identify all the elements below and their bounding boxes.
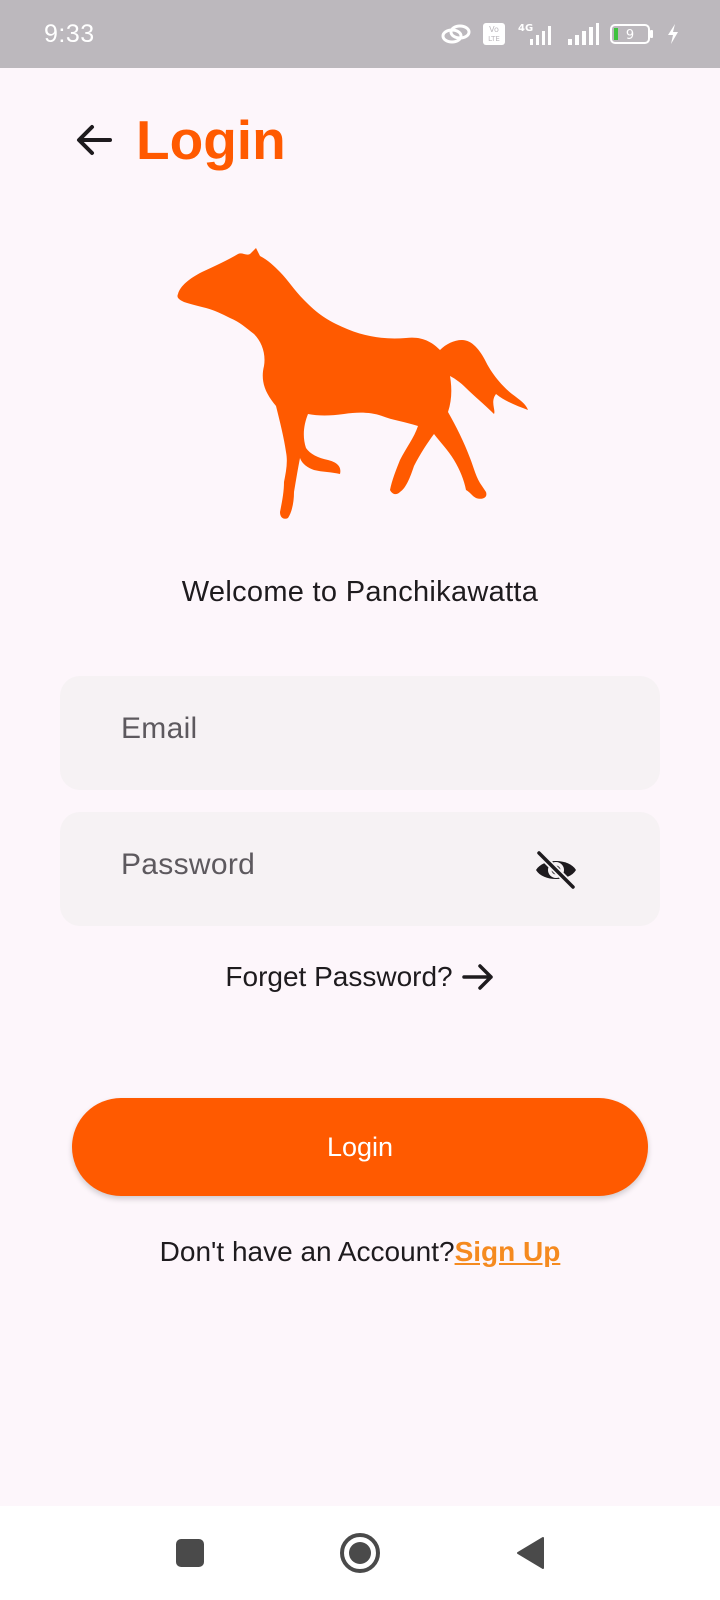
email-field-container	[60, 676, 660, 790]
navigation-bar	[0, 1506, 720, 1600]
svg-text:LTE: LTE	[488, 35, 500, 43]
signup-row: Don't have an Account?Sign Up	[0, 1236, 720, 1268]
volte-icon: Vo LTE	[483, 23, 505, 45]
battery-level: 9	[626, 28, 634, 43]
signup-link[interactable]: Sign Up	[455, 1236, 561, 1267]
email-field[interactable]	[60, 676, 660, 790]
charging-icon	[668, 24, 678, 44]
header: Login	[72, 110, 286, 170]
login-button[interactable]: Login	[72, 1098, 648, 1196]
arrow-right-icon	[461, 964, 493, 990]
square-icon	[176, 1539, 204, 1567]
back-nav-button[interactable]	[505, 1528, 555, 1578]
forgot-password-label: Forget Password?	[225, 961, 453, 992]
battery-icon: 9	[610, 24, 653, 44]
eye-off-icon	[536, 850, 576, 890]
login-screen: Login Welcome to Panchikawatta Forget Pa…	[0, 68, 720, 1506]
status-icons: Vo LTE 4G 9	[440, 21, 680, 47]
password-field-container	[60, 812, 660, 926]
svg-text:Vo: Vo	[489, 25, 499, 34]
forgot-password-link[interactable]: Forget Password?	[0, 961, 720, 993]
page-title: Login	[136, 109, 286, 171]
horse-icon	[177, 248, 529, 519]
svg-text:4G: 4G	[518, 23, 533, 34]
triangle-back-icon	[517, 1537, 544, 1569]
link-icon	[441, 24, 471, 44]
toggle-password-visibility-button[interactable]	[532, 850, 580, 890]
arrow-left-icon	[77, 125, 112, 155]
signal-icon	[568, 23, 599, 45]
back-button[interactable]	[72, 118, 116, 162]
status-bar: 9:33 Vo LTE 4G 9	[0, 0, 720, 68]
status-time: 9:33	[44, 19, 95, 48]
signal-4g-icon: 4G	[518, 23, 551, 45]
welcome-text: Welcome to Panchikawatta	[181, 576, 539, 608]
circle-icon	[340, 1533, 380, 1573]
home-button[interactable]	[335, 1528, 385, 1578]
recent-apps-button[interactable]	[165, 1528, 215, 1578]
signup-prompt: Don't have an Account?	[159, 1236, 455, 1267]
